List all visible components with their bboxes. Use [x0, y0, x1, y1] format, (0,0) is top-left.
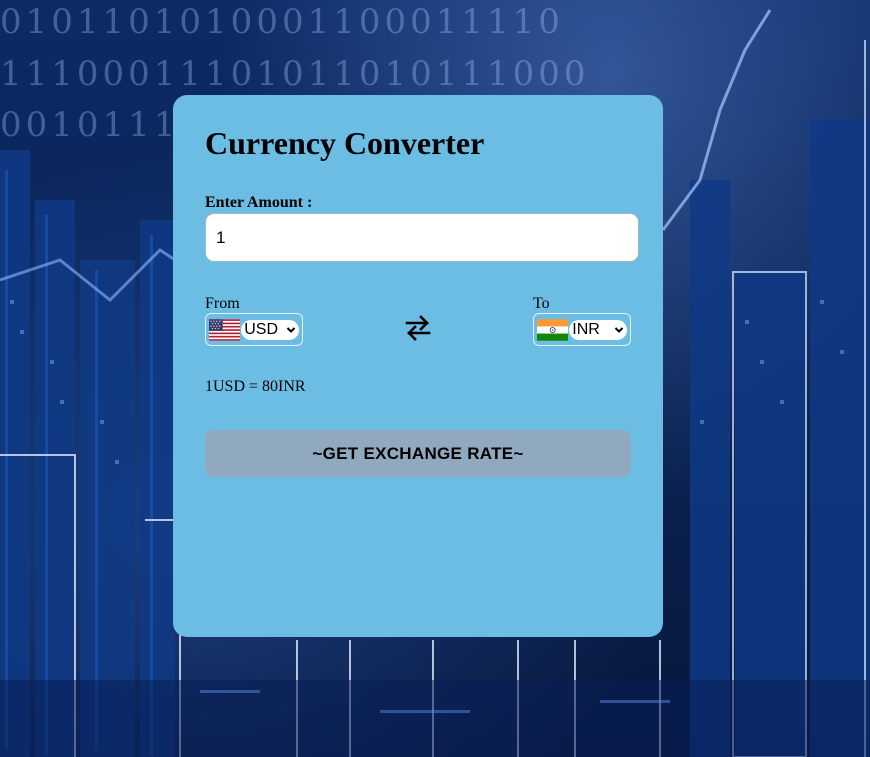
page-title: Currency Converter: [205, 125, 485, 161]
us-flag-icon: [209, 318, 241, 341]
to-currency-select[interactable]: INR: [569, 319, 627, 340]
amount-input[interactable]: [205, 213, 639, 262]
exchange-rate-message: 1USD = 80INR: [205, 378, 306, 395]
converter-card: Currency Converter Enter Amount : From T…: [173, 95, 663, 637]
chevron-down-icon: [614, 326, 624, 333]
to-label: To: [533, 295, 550, 312]
to-currency-value: INR: [572, 320, 600, 338]
get-exchange-rate-button[interactable]: ~GET EXCHANGE RATE~: [205, 430, 631, 477]
from-currency-value: USD: [244, 320, 279, 338]
from-currency-group: USD: [205, 313, 303, 346]
chevron-down-icon: [286, 326, 296, 333]
swap-arrows-icon[interactable]: [404, 314, 432, 342]
from-label: From: [205, 295, 240, 312]
from-currency-select[interactable]: USD: [241, 319, 299, 340]
amount-label: Enter Amount :: [205, 194, 313, 211]
india-flag-icon: [537, 318, 569, 341]
to-currency-group: INR: [533, 313, 631, 346]
